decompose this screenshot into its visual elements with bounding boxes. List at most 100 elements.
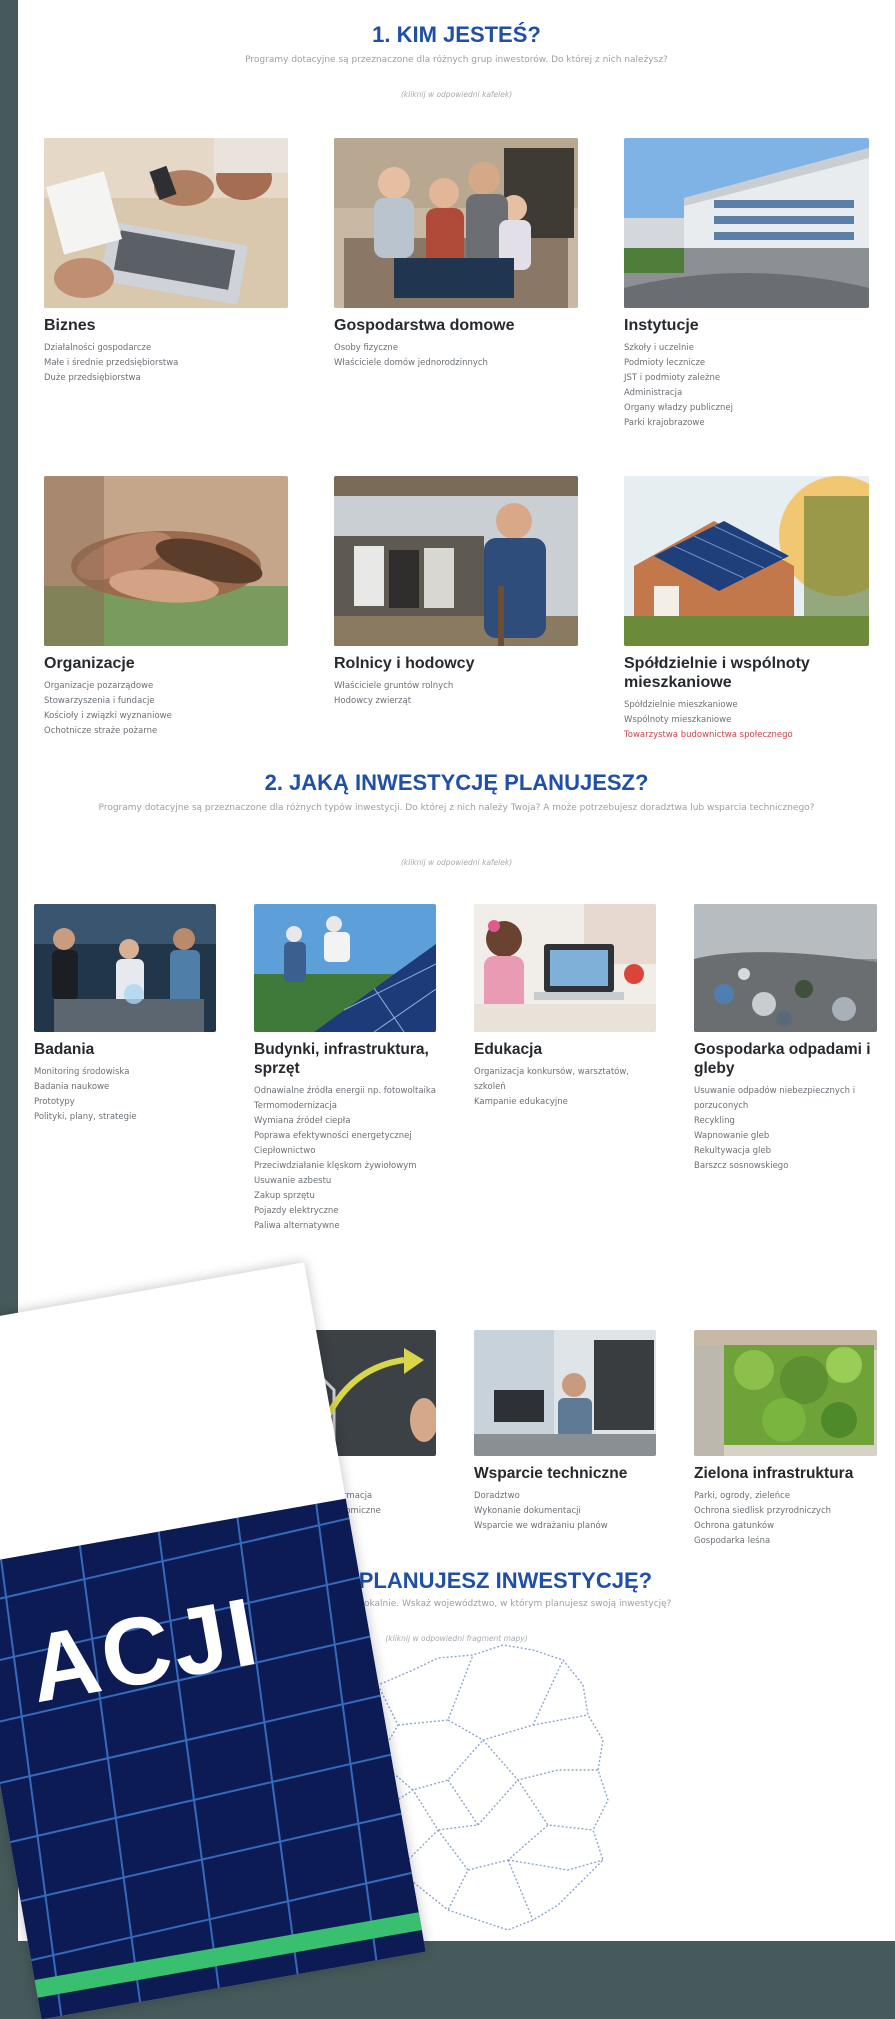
list-item: Paliwa alternatywne <box>254 1221 340 1231</box>
image-farmer-cows-photo <box>334 476 578 646</box>
image-solar-installers-photo <box>254 904 436 1032</box>
list-item: Wykonanie dokumentacji <box>474 1506 581 1516</box>
card-title: Budynki, infrastruktura, sprzęt <box>254 1041 429 1077</box>
list-item: Organy władzy publicznej <box>624 403 733 413</box>
card-title: Wsparcie techniczne <box>474 1465 628 1482</box>
card-title: Gospodarstwa domowe <box>334 317 515 334</box>
list-item: Pojazdy elektryczne <box>254 1206 339 1216</box>
list-item: Organizacja konkursów, warsztatów, szkol… <box>474 1067 630 1092</box>
list-item: Małe i średnie przedsiębiorstwa <box>44 358 179 368</box>
list-item: Administracja <box>624 388 683 398</box>
card-organizacje[interactable]: Organizacje Organizacje pozarządowe Stow… <box>44 476 288 739</box>
list-item: Monitoring środowiska <box>34 1067 130 1077</box>
image-family-sofa-photo <box>334 138 578 308</box>
list-item: JST i podmioty zależne <box>624 373 721 383</box>
list-item: Rekultywacja gleb <box>694 1146 772 1156</box>
list-item: Organizacje pozarządowe <box>44 681 154 691</box>
map-region <box>507 1859 604 1871</box>
list-item: Towarzystwa budownictwa społecznego <box>624 730 793 740</box>
card-item-list: Organizacja konkursów, warsztatów, szkol… <box>474 1065 656 1110</box>
card-gospodarstwa-domowe[interactable]: Gospodarstwa domowe Osoby fizyczne Właśc… <box>334 138 578 371</box>
section1-title: 1. KIM JESTEŚ? <box>372 22 541 47</box>
card-title: Badania <box>34 1041 95 1058</box>
section2-hint: (kliknij w odpowiedni kafelek) <box>400 858 513 867</box>
list-item: Wapnowanie gleb <box>694 1131 770 1141</box>
list-item: Zakup sprzętu <box>254 1191 315 1201</box>
list-item: Szkoły i uczelnie <box>624 343 694 353</box>
card-item-list: Działalności gospodarcze Małe i średnie … <box>44 341 288 386</box>
card-item-list: Szkoły i uczelnie Podmioty lecznicze JST… <box>624 341 869 431</box>
card-edukacja[interactable]: Edukacja Organizacja konkursów, warsztat… <box>474 904 656 1110</box>
list-item: Prototypy <box>34 1097 75 1107</box>
card-item-list: Monitoring środowiska Badania naukowe Pr… <box>34 1065 216 1125</box>
list-item: Podmioty lecznicze <box>624 358 706 368</box>
card-item-list: Parki, ogrody, zieleńce Ochrona siedlisk… <box>694 1489 877 1549</box>
image-laboratory-photo <box>34 904 216 1032</box>
list-item: Parki krajobrazowe <box>624 418 705 428</box>
section1-hint: (kliknij w odpowiedni kafelek) <box>400 90 513 99</box>
list-item: Wsparcie we wdrażaniu planów <box>474 1521 608 1531</box>
card-item-list: Usuwanie odpadów niebezpiecznych i porzu… <box>694 1084 877 1174</box>
list-item: Parki, ogrody, zieleńce <box>694 1491 791 1501</box>
card-item-list: Właściciele gruntów rolnych Hodowcy zwie… <box>334 679 578 709</box>
list-item: Wymiana źródeł ciepła <box>254 1116 351 1126</box>
map-region <box>447 1659 564 1741</box>
card-title: Rolnicy i hodowcy <box>334 655 475 672</box>
card-title: Organizacje <box>44 655 135 672</box>
list-item: Ochrona siedlisk przyrodniczych <box>694 1506 832 1516</box>
card-instytucje[interactable]: Instytucje Szkoły i uczelnie Podmioty le… <box>624 138 869 431</box>
list-item: Osoby fizyczne <box>334 343 399 353</box>
map-region <box>467 1824 549 1871</box>
list-item: Ochrona gatunków <box>694 1521 775 1531</box>
section2-title: 2. JAKĄ INWESTYCJĘ PLANUJESZ? <box>264 770 649 795</box>
image-stacked-hands-photo <box>44 476 288 646</box>
image-office-man-photo <box>474 1330 656 1456</box>
list-item: Termomodernizacja <box>254 1101 337 1111</box>
list-item: Hodowcy zwierząt <box>334 696 412 706</box>
map-region <box>477 1778 594 1831</box>
card-biznes[interactable]: Biznes Działalności gospodarcze Małe i ś… <box>44 138 288 386</box>
card-title: Biznes <box>44 317 96 334</box>
list-item: Właściciele domów jednorodzinnych <box>334 358 488 368</box>
map-region <box>397 1654 474 1726</box>
map-region <box>507 1859 534 1921</box>
card-item-list: Organizacje pozarządowe Stowarzyszenia i… <box>44 679 288 739</box>
list-item: Badania naukowe <box>34 1082 110 1092</box>
image-institution-building-photo <box>624 138 869 308</box>
list-item: Właściciele gruntów rolnych <box>334 681 454 691</box>
image-landfill-photo <box>694 904 877 1032</box>
image-girl-laptop-photo <box>474 904 656 1032</box>
list-item: Kościoły i związki wyznaniowe <box>44 711 172 721</box>
image-solar-roof-photo <box>624 476 869 646</box>
card-zielona-infrastruktura[interactable]: Zielona infrastruktura Parki, ogrody, zi… <box>694 1330 877 1549</box>
card-spoldzielnie-i-wspolnoty[interactable]: Spółdzielnie i wspólnoty mieszkaniowe Sp… <box>624 476 869 743</box>
card-title: Zielona infrastruktura <box>694 1465 854 1482</box>
map-region <box>437 1829 469 1911</box>
list-item: Odnawialne źródła energii np. fotowoltai… <box>254 1086 436 1096</box>
image-green-wall-photo <box>694 1330 877 1456</box>
card-title: Instytucje <box>624 317 699 334</box>
list-item: Kampanie edukacyjne <box>474 1097 568 1107</box>
card-title: Edukacja <box>474 1041 543 1058</box>
list-item: Spółdzielnie mieszkaniowe <box>624 700 738 710</box>
card-item-list: Odnawialne źródła energii np. fotowoltai… <box>254 1084 436 1234</box>
map-region <box>532 1714 589 1726</box>
card-rolnicy-i-hodowcy[interactable]: Rolnicy i hodowcy Właściciele gruntów ro… <box>334 476 578 709</box>
list-item: Usuwanie azbestu <box>254 1176 332 1186</box>
list-item: Przeciwdziałanie klęskom żywiołowym <box>254 1161 417 1171</box>
list-item: Ochotnicze straże pożarne <box>44 726 158 736</box>
image-laptop-hands-photo <box>44 138 288 308</box>
list-item: Duże przedsiębiorstwa <box>44 373 141 383</box>
map-region <box>482 1739 598 1781</box>
list-item: Doradztwo <box>474 1491 520 1501</box>
card-wsparcie-techniczne[interactable]: Wsparcie techniczne Doradztwo Wykonanie … <box>474 1330 656 1534</box>
card-title: Spółdzielnie i wspólnoty mieszkaniowe <box>624 655 810 691</box>
card-badania[interactable]: Badania Monitoring środowiska Badania na… <box>34 904 216 1125</box>
list-item: Polityki, plany, strategie <box>34 1112 137 1122</box>
card-gospodarka-odpadami[interactable]: Gospodarka odpadami i gleby Usuwanie odp… <box>694 904 877 1174</box>
list-item: Poprawa efektywności energetycznej <box>254 1131 412 1141</box>
card-budynki-infrastruktura-sprzet[interactable]: Budynki, infrastruktura, sprzęt Odnawial… <box>254 904 436 1234</box>
list-item: Usuwanie odpadów niebezpiecznych i porzu… <box>694 1086 856 1111</box>
map-region <box>437 1779 480 1831</box>
list-item: Gospodarka leśna <box>694 1536 771 1546</box>
